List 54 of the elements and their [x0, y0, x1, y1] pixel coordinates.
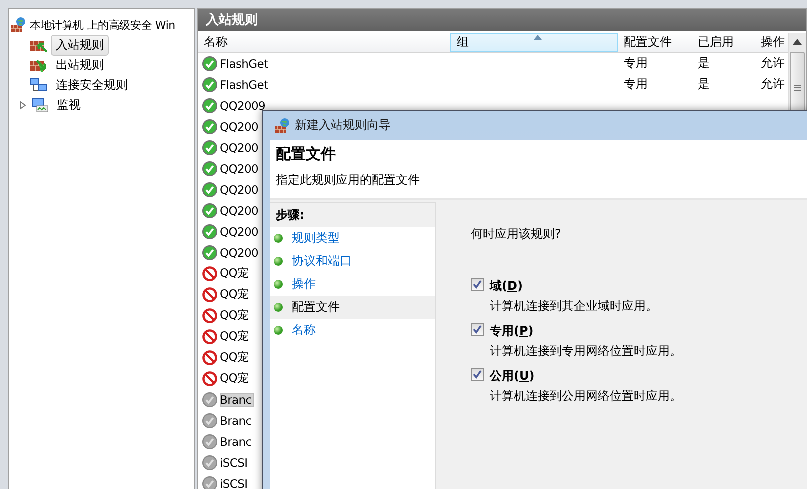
question-text: 何时应用该规则?: [471, 226, 562, 243]
table-cell[interactable]: QQ200: [220, 182, 261, 196]
column-header[interactable]: 已启用: [692, 33, 755, 52]
checkbox-label[interactable]: 域(D): [490, 278, 807, 295]
table-cell[interactable]: QQ200: [220, 162, 261, 176]
column-header[interactable]: 组: [450, 33, 618, 52]
table-cell[interactable]: FlashGet: [220, 56, 270, 70]
tree-item[interactable]: 本地计算机 上的高级安全 Win: [29, 16, 176, 34]
table-cell[interactable]: QQ200: [220, 224, 261, 238]
table-cell-text: 专用: [623, 55, 649, 72]
table-cell[interactable]: Branc: [220, 434, 254, 448]
option-description: 计算机连接到专用网络位置时应用。: [490, 343, 683, 360]
table-cell-text: 允许: [760, 55, 786, 72]
page-subheading: 指定此规则应用的配置文件: [276, 172, 421, 189]
table-cell[interactable]: iSCSI: [220, 456, 250, 470]
table-cell[interactable]: FlashGet: [220, 78, 270, 92]
steps-title: 步骤:: [276, 206, 305, 224]
option-description: 计算机连接到其企业域时应用。: [490, 298, 659, 315]
tree-item[interactable]: 监视: [52, 94, 86, 116]
tree-item[interactable]: 入站规则: [51, 34, 109, 56]
table-cell[interactable]: QQ200: [220, 246, 261, 260]
table-cell[interactable]: Branc: [220, 392, 254, 406]
tree-item[interactable]: 连接安全规则: [51, 74, 133, 96]
table-cell[interactable]: QQ宠: [220, 371, 252, 386]
table-cell[interactable]: QQ200: [220, 120, 261, 134]
step-link[interactable]: 协议和端口: [270, 250, 435, 273]
table-cell-text: 允许: [760, 76, 786, 93]
column-header[interactable]: 操作: [755, 33, 788, 52]
tree-item[interactable]: 出站规则: [51, 54, 109, 76]
table-cell-text: 是: [697, 76, 711, 93]
page-heading: 配置文件: [276, 145, 337, 164]
checkbox-label[interactable]: 公用(U): [490, 368, 807, 385]
table-cell[interactable]: QQ200: [220, 204, 261, 218]
table-cell[interactable]: QQ宠: [220, 308, 252, 323]
checkbox-label[interactable]: 专用(P): [490, 323, 807, 340]
table-cell[interactable]: QQ2009: [220, 98, 268, 112]
panel-title: 入站规则: [198, 9, 806, 31]
step-link[interactable]: 操作: [270, 273, 435, 296]
table-cell[interactable]: QQ宠: [220, 329, 252, 344]
table-cell[interactable]: Branc: [220, 414, 254, 428]
step-link[interactable]: 名称: [270, 319, 435, 342]
table-cell[interactable]: iSCSI: [220, 476, 250, 489]
option-description: 计算机连接到公用网络位置时应用。: [490, 388, 683, 405]
table-cell[interactable]: QQ宠: [220, 287, 252, 302]
table-cell-text: 是: [697, 55, 711, 72]
table-cell-text: 专用: [623, 76, 649, 93]
step-link[interactable]: 规则类型: [270, 227, 435, 250]
column-header[interactable]: 配置文件: [618, 33, 692, 52]
table-cell[interactable]: QQ宠: [220, 350, 252, 365]
step-link[interactable]: 配置文件: [270, 296, 435, 319]
column-header[interactable]: 名称: [198, 33, 450, 52]
dialog-title: 新建入站规则向导: [295, 117, 391, 134]
table-cell[interactable]: QQ宠: [220, 266, 252, 281]
table-cell[interactable]: QQ200: [220, 140, 261, 154]
